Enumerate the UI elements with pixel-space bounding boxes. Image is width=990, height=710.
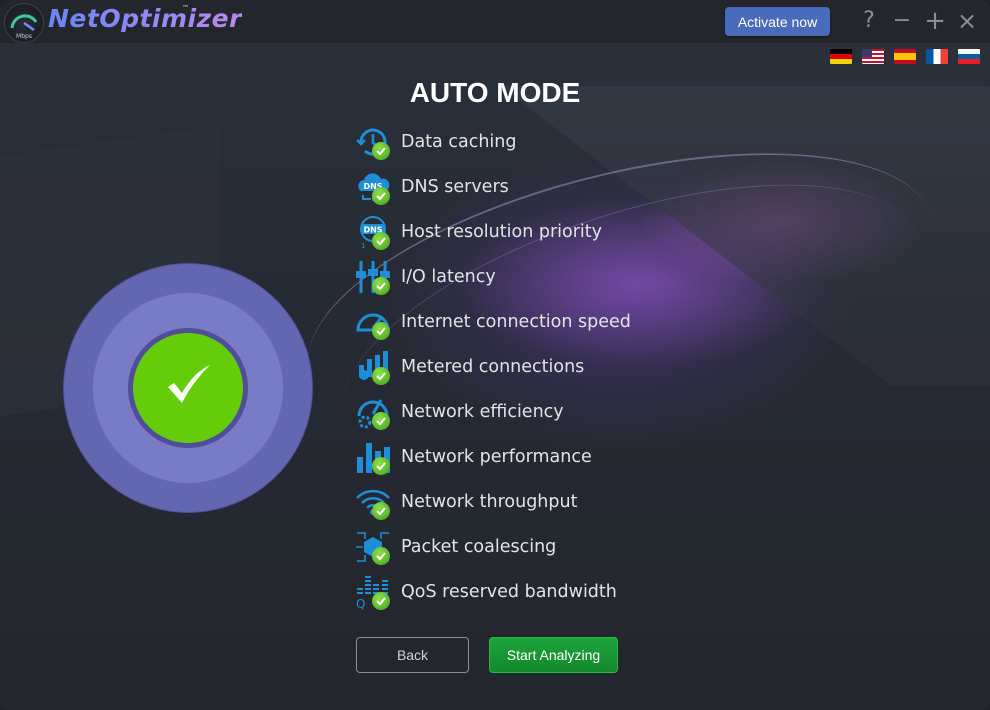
flag-france-icon[interactable] [926, 49, 948, 64]
list-item: DNS 1 Host resolution priority [355, 212, 655, 257]
list-item: Network performance [355, 437, 655, 482]
list-item: Network efficiency [355, 392, 655, 437]
success-indicator [133, 333, 243, 443]
minimize-button[interactable]: − [891, 10, 913, 32]
flag-german-icon[interactable] [830, 49, 852, 64]
list-item: DNS DNS servers [355, 167, 655, 212]
flag-slovenia-icon[interactable] [958, 49, 980, 64]
item-label: Network performance [401, 447, 592, 467]
app-window: Mbps NetOptimizer ™ Activate now ? − + ×… [0, 0, 990, 710]
app-name: NetOptimizer [48, 4, 242, 33]
checkmark-icon [168, 365, 210, 403]
list-item: Network throughput [355, 482, 655, 527]
check-icon [372, 502, 390, 520]
activate-now-button[interactable]: Activate now [725, 7, 830, 36]
item-label: Host resolution priority [401, 222, 602, 242]
check-icon [372, 232, 390, 250]
list-item: Metered connections [355, 347, 655, 392]
item-label: Network throughput [401, 492, 578, 512]
close-button[interactable]: × [956, 9, 978, 33]
title-bar: Mbps NetOptimizer ™ Activate now ? − + × [0, 0, 990, 43]
list-item: Q QoS reserved bandwidth [355, 572, 655, 617]
item-label: I/O latency [401, 267, 496, 287]
item-label: Data caching [401, 132, 517, 152]
item-label: QoS reserved bandwidth [401, 582, 617, 602]
back-button[interactable]: Back [356, 637, 469, 673]
start-analyzing-button[interactable]: Start Analyzing [489, 637, 618, 673]
list-item: Internet connection speed [355, 302, 655, 347]
item-label: Metered connections [401, 357, 585, 377]
check-icon [372, 187, 390, 205]
trademark: ™ [182, 4, 189, 12]
check-icon [372, 367, 390, 385]
item-label: Network efficiency [401, 402, 564, 422]
check-icon [372, 547, 390, 565]
check-icon [372, 592, 390, 610]
speedometer-logo-icon: Mbps [4, 3, 44, 43]
maximize-button[interactable]: + [924, 8, 946, 34]
optimization-list: Data caching DNS DNS servers DNS 1 Host … [355, 122, 655, 617]
item-label: Internet connection speed [401, 312, 631, 332]
item-label: DNS servers [401, 177, 509, 197]
check-icon [372, 322, 390, 340]
check-icon [372, 142, 390, 160]
list-item: Packet coalescing [355, 527, 655, 572]
status-badge [64, 264, 312, 512]
list-item: Data caching [355, 122, 655, 167]
check-icon [372, 412, 390, 430]
list-item: I/O latency [355, 257, 655, 302]
logo-caption: Mbps [16, 33, 32, 40]
check-icon [372, 457, 390, 475]
help-button[interactable]: ? [858, 10, 880, 32]
page-title: AUTO MODE [409, 77, 581, 108]
check-icon [372, 277, 390, 295]
flag-usa-icon[interactable] [862, 49, 884, 64]
svg-text:1: 1 [361, 242, 365, 250]
svg-text:Q: Q [356, 597, 365, 610]
flag-spain-icon[interactable] [894, 49, 916, 64]
item-label: Packet coalescing [401, 537, 557, 557]
